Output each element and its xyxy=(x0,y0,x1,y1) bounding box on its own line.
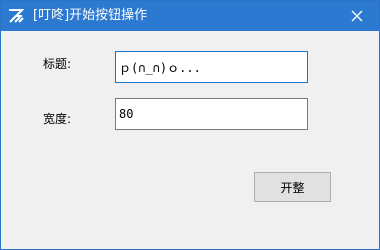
app-logo-icon xyxy=(7,7,25,25)
title-input[interactable] xyxy=(115,51,308,83)
width-input[interactable] xyxy=(115,98,308,130)
title-label: 标题: xyxy=(43,57,72,71)
close-icon xyxy=(351,7,363,26)
width-label: 宽度: xyxy=(43,112,72,126)
start-button[interactable]: 开整 xyxy=(254,172,331,202)
dialog-window: [叮咚]开始按钮操作 标题: 宽度: 开整 xyxy=(0,0,380,250)
close-button[interactable] xyxy=(335,1,379,31)
window-title: [叮咚]开始按钮操作 xyxy=(33,8,148,23)
title-bar[interactable]: [叮咚]开始按钮操作 xyxy=(1,1,379,31)
